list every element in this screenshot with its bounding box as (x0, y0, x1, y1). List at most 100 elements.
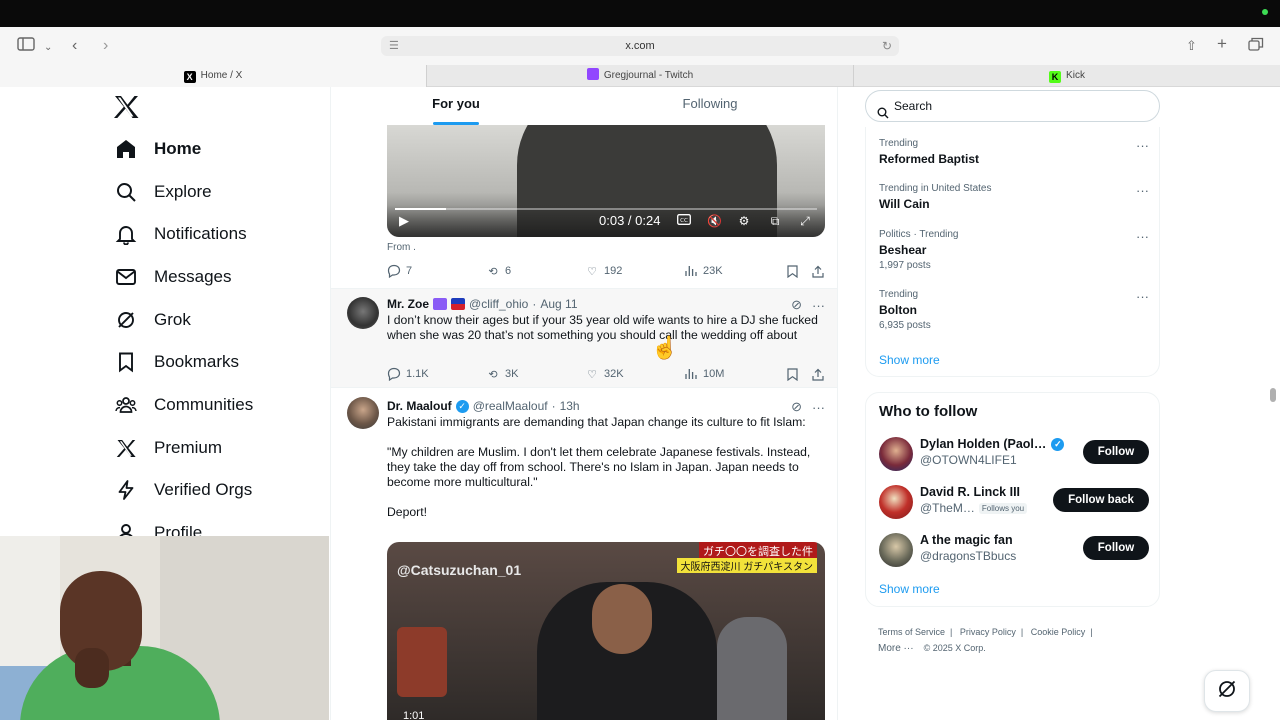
share-icon[interactable]: ⇧ (1186, 37, 1197, 55)
nav-premium[interactable]: Premium (114, 432, 222, 464)
more-icon[interactable]: ··· (812, 298, 825, 313)
grok-icon[interactable]: ⊘ (791, 297, 802, 313)
verified-badge-icon: ✓ (455, 399, 469, 413)
nav-notifications[interactable]: Notifications (114, 218, 247, 250)
tab-kick[interactable]: K Kick (854, 65, 1280, 87)
nav-verified-orgs[interactable]: Verified Orgs (114, 474, 252, 506)
post-time[interactable]: 13h (560, 399, 580, 413)
who-to-follow-panel: Who to follow Dylan Holden (Paol… ✓ @OTOW… (865, 392, 1160, 607)
avatar[interactable] (879, 437, 913, 471)
follow-button[interactable]: Follow (1083, 440, 1149, 464)
trend-item[interactable]: Trending Reformed Baptist ··· (879, 138, 1149, 166)
user-name[interactable]: Dylan Holden (Paol… ✓ (920, 437, 1068, 451)
who-to-follow-title: Who to follow (879, 403, 978, 420)
user-name[interactable]: David R. Linck III (920, 485, 1020, 499)
address-bar[interactable]: ☰ x.com ↻ (381, 36, 899, 56)
reply-button[interactable]: 7 (387, 264, 412, 278)
play-icon[interactable]: ▶ (399, 213, 409, 229)
nav-communities[interactable]: Communities (114, 389, 253, 421)
tab-twitch[interactable]: Gregjournal - Twitch (427, 65, 853, 87)
avatar[interactable] (347, 297, 379, 329)
user-name[interactable]: A the magic fan (920, 533, 1013, 547)
reply-button[interactable]: 1.1K (387, 367, 429, 381)
tab-overview-icon[interactable] (1248, 37, 1264, 56)
more-icon[interactable]: ··· (1136, 183, 1149, 198)
follow-suggestion[interactable]: David R. Linck III @TheM… Follows you Fol… (879, 483, 1149, 519)
tab-following[interactable]: Following (585, 87, 835, 125)
avatar[interactable] (879, 485, 913, 519)
repost-button[interactable]: ⟲ 6 (486, 264, 511, 278)
nav-bookmarks[interactable]: Bookmarks (114, 346, 239, 378)
avatar[interactable] (879, 533, 913, 567)
share-button[interactable] (811, 367, 830, 381)
search-input[interactable]: Search (865, 90, 1160, 122)
post[interactable]: Mr. Zoe @cliff_ohio · Aug 11 ⊘ ··· I don’… (331, 288, 837, 388)
nav-messages[interactable]: Messages (114, 261, 231, 293)
more-icon[interactable]: ··· (1136, 229, 1149, 244)
video-player[interactable]: @Catsuzuchan_01 ガチ〇〇を調査した件 大阪府西淀川 ガチパキスタ… (387, 542, 825, 720)
captions-icon[interactable]: CC (677, 214, 691, 228)
trend-item[interactable]: Politics · Trending Beshear 1,997 posts … (879, 229, 1149, 271)
forward-icon[interactable]: › (103, 37, 108, 55)
nav-explore[interactable]: Explore (114, 176, 212, 208)
bookmark-button[interactable] (785, 264, 804, 278)
bookmark-button[interactable] (785, 367, 804, 381)
video-progress-bar[interactable] (395, 208, 817, 210)
tab-home-x[interactable]: X Home / X (0, 65, 426, 87)
avatar[interactable] (347, 397, 379, 429)
nav-grok[interactable]: Grok (114, 304, 191, 336)
tab-for-you[interactable]: For you (331, 87, 581, 125)
like-button[interactable]: ♡ 192 (585, 264, 622, 278)
people-icon (114, 393, 138, 417)
more-icon[interactable]: ··· (812, 400, 825, 415)
author-name[interactable]: Mr. Zoe (387, 297, 429, 311)
share-button[interactable] (811, 264, 830, 278)
follow-back-button[interactable]: Follow back (1053, 488, 1149, 512)
share-icon (811, 367, 825, 381)
grok-icon[interactable]: ⊘ (791, 399, 802, 415)
cookie-link[interactable]: Cookie Policy (1031, 627, 1086, 637)
more-icon[interactable]: ··· (1136, 138, 1149, 153)
back-icon[interactable]: ‹ (72, 37, 77, 55)
views-icon (684, 264, 698, 278)
fullscreen-icon[interactable]: ⤢ (798, 214, 812, 228)
trend-context: Trending (879, 289, 919, 300)
nav-label: Bookmarks (154, 352, 240, 371)
who-to-follow-show-more-link[interactable]: Show more (879, 582, 940, 596)
tab-label: Home / X (200, 70, 243, 81)
grok-floating-button[interactable] (1204, 670, 1250, 712)
follow-button[interactable]: Follow (1083, 536, 1149, 560)
x-logo-icon[interactable] (113, 94, 139, 126)
like-button[interactable]: ♡ 32K (585, 367, 624, 381)
mute-icon[interactable]: 🔇 (707, 214, 722, 228)
author-handle[interactable]: @cliff_ohio (469, 297, 528, 311)
more-link[interactable]: More ··· (878, 643, 914, 654)
follow-suggestion[interactable]: A the magic fan @dragonsTBbucs Follow (879, 531, 1149, 567)
page-scrollbar[interactable] (1270, 388, 1276, 402)
reload-icon[interactable]: ↻ (882, 36, 892, 56)
terms-link[interactable]: Terms of Service (878, 627, 945, 637)
follow-suggestion[interactable]: Dylan Holden (Paol… ✓ @OTOWN4LIFE1 Follow (879, 435, 1149, 471)
chevron-down-icon[interactable]: ⌄ (44, 39, 52, 57)
nav-label: Communities (154, 395, 254, 414)
video-player[interactable]: ▶ 0:03 / 0:24 CC 🔇 ⚙ ⧉ ⤢ (387, 125, 825, 237)
post-time[interactable]: Aug 11 (540, 297, 577, 311)
post-source[interactable]: From . (387, 242, 416, 253)
trend-item[interactable]: Trending Bolton 6,935 posts ··· (879, 289, 1149, 331)
privacy-link[interactable]: Privacy Policy (960, 627, 1016, 637)
settings-icon[interactable]: ⚙ (737, 214, 751, 228)
trends-show-more-link[interactable]: Show more (879, 353, 940, 367)
trend-item[interactable]: Trending in United States Will Cain ··· (879, 183, 1149, 211)
nav-label: Notifications (154, 224, 247, 243)
more-icon[interactable]: ··· (1136, 289, 1149, 304)
repost-count: 3K (505, 368, 519, 380)
new-tab-icon[interactable]: + (1217, 35, 1227, 53)
author-name[interactable]: Dr. Maalouf (387, 399, 452, 413)
pip-icon[interactable]: ⧉ (768, 214, 782, 228)
sidebar-toggle-icon[interactable] (17, 37, 35, 56)
nav-home[interactable]: Home (114, 133, 201, 165)
views-button[interactable]: 23K (684, 264, 723, 278)
repost-button[interactable]: ⟲ 3K (486, 367, 518, 381)
author-handle[interactable]: @realMaalouf (473, 399, 548, 413)
views-button[interactable]: 10M (684, 367, 724, 381)
